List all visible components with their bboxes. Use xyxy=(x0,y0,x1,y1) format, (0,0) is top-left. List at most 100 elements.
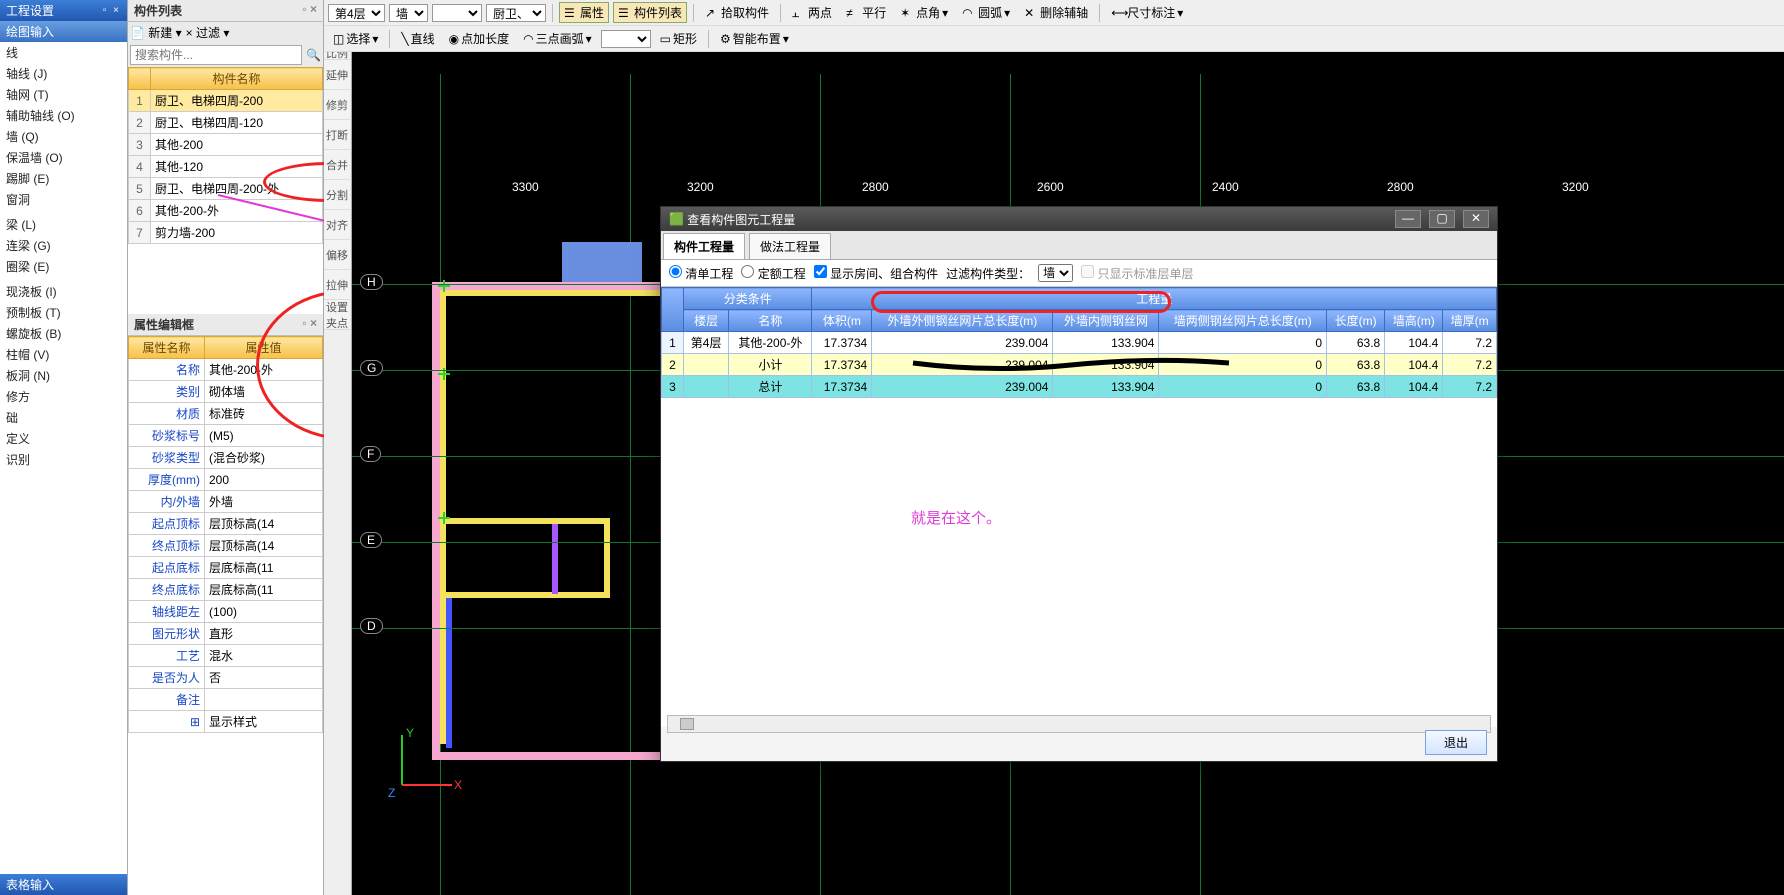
table-row[interactable]: 起点顶标层顶标高(14 xyxy=(129,513,323,535)
table-row[interactable]: 类别砌体墙 xyxy=(129,381,323,403)
tree-item[interactable]: 保温墙 (O) xyxy=(0,147,127,168)
radio-de[interactable]: 定额工程 xyxy=(741,265,805,282)
wall[interactable] xyxy=(440,518,610,524)
two-point-button[interactable]: ⫠两点 xyxy=(787,2,837,23)
exit-button[interactable]: 退出 xyxy=(1425,730,1487,755)
svg-text:Z: Z xyxy=(388,786,395,800)
delete-aux-button[interactable]: ✕删除辅轴 xyxy=(1019,2,1093,23)
tab-component-qty[interactable]: 构件工程量 xyxy=(663,233,745,259)
tree-item[interactable]: 板洞 (N) xyxy=(0,365,127,386)
component-select[interactable]: 厨卫、电 xyxy=(486,4,546,22)
check-room[interactable]: 显示房间、组合构件 xyxy=(814,265,938,282)
search-input[interactable] xyxy=(130,45,302,65)
select-button[interactable]: ◫ 选择 ▾ xyxy=(328,28,383,49)
vtool-button[interactable]: 对齐 xyxy=(324,210,350,240)
filter-button[interactable]: × 过滤 ▾ xyxy=(186,24,230,41)
table-row[interactable]: 3其他-200 xyxy=(129,134,323,156)
wall[interactable] xyxy=(562,242,642,282)
dialog-titlebar[interactable]: 🟩 查看构件图元工程量 — ▢ ✕ xyxy=(661,207,1497,231)
arc3-opt-select[interactable] xyxy=(601,30,651,48)
tree-item[interactable]: 轴网 (T) xyxy=(0,84,127,105)
table-row[interactable]: 是否为人否 xyxy=(129,667,323,689)
filter-select[interactable]: 墙 xyxy=(1038,264,1073,282)
table-row[interactable]: 名称其他-200-外 xyxy=(129,359,323,381)
table-row[interactable]: 终点底标层底标高(11 xyxy=(129,579,323,601)
line-button[interactable]: ╲ 直线 xyxy=(396,28,439,49)
tree-item[interactable]: 圈梁 (E) xyxy=(0,256,127,277)
dock-icon[interactable]: ▫ × xyxy=(103,5,121,16)
component-list-button[interactable]: ☰构件列表 xyxy=(613,2,687,23)
close-button[interactable]: ✕ xyxy=(1463,210,1489,228)
vtool-button[interactable]: 延伸 xyxy=(324,60,350,90)
horizontal-scrollbar[interactable] xyxy=(667,715,1491,733)
tree-item[interactable]: 柱帽 (V) xyxy=(0,344,127,365)
tree-item[interactable]: 墙 (Q) xyxy=(0,126,127,147)
wall[interactable] xyxy=(552,524,558,594)
floor-select[interactable]: 第4层 xyxy=(328,4,385,22)
category-select[interactable]: 墙 xyxy=(389,4,428,22)
tree-item[interactable]: 窗洞 xyxy=(0,189,127,210)
check-only-std[interactable]: 只显示标准层单层 xyxy=(1081,265,1193,282)
vtool-button[interactable]: 设置夹点 xyxy=(324,300,350,330)
property-button[interactable]: ☰属性 xyxy=(559,2,609,23)
tree-item[interactable]: 连梁 (G) xyxy=(0,235,127,256)
tree-item[interactable]: 修方 xyxy=(0,386,127,407)
maximize-button[interactable]: ▢ xyxy=(1429,210,1455,228)
table-row[interactable]: 终点顶标层顶标高(14 xyxy=(129,535,323,557)
table-row[interactable]: 备注 xyxy=(129,689,323,711)
table-row[interactable]: 砂浆类型(混合砂浆) xyxy=(129,447,323,469)
vtool-button[interactable]: 打断 xyxy=(324,120,350,150)
pick-component-button[interactable]: ↗拾取构件 xyxy=(700,2,774,23)
tree-item[interactable]: 踢脚 (E) xyxy=(0,168,127,189)
table-row[interactable]: 3总计17.3734239.004133.904063.8104.47.2 xyxy=(662,376,1497,398)
table-row[interactable]: 工艺混水 xyxy=(129,645,323,667)
minimize-button[interactable]: — xyxy=(1395,210,1421,228)
vtool-button[interactable]: 分割 xyxy=(324,180,350,210)
table-row[interactable]: 厚度(mm)200 xyxy=(129,469,323,491)
table-row[interactable]: 轴线距左(100) xyxy=(129,601,323,623)
tree-item[interactable]: 梁 (L) xyxy=(0,214,127,235)
tree-item[interactable]: 识别 xyxy=(0,449,127,470)
wall[interactable] xyxy=(440,592,610,598)
search-icon[interactable]: 🔍 xyxy=(306,48,321,62)
subcat-select[interactable] xyxy=(432,4,482,22)
table-input-label: 表格输入 xyxy=(6,876,54,893)
table-row[interactable]: 2厨卫、电梯四周-120 xyxy=(129,112,323,134)
vtool-button[interactable]: 偏移 xyxy=(324,240,350,270)
tree-item[interactable]: 础 xyxy=(0,407,127,428)
vtool-button[interactable]: 合并 xyxy=(324,150,350,180)
tab-method-qty[interactable]: 做法工程量 xyxy=(749,233,831,259)
axis-label: H xyxy=(360,274,383,290)
smart-layout-button[interactable]: ⚙ 智能布置 ▾ xyxy=(715,28,794,49)
extend-line-button[interactable]: ◉ 点加长度 xyxy=(444,28,515,49)
dimension-button[interactable]: ⟷尺寸标注 ▾ xyxy=(1106,2,1188,23)
dock-icon[interactable]: ▫ × xyxy=(302,2,317,19)
table-row[interactable]: 1厨卫、电梯四周-200 xyxy=(129,90,323,112)
wall[interactable] xyxy=(604,518,610,598)
rect-button[interactable]: ▭ 矩形 xyxy=(655,28,702,49)
tree-item[interactable]: 线 xyxy=(0,42,127,63)
table-input-title[interactable]: 表格输入 xyxy=(0,874,127,895)
tree-item[interactable]: 现浇板 (I) xyxy=(0,281,127,302)
table-row[interactable]: 材质标准砖 xyxy=(129,403,323,425)
vtool-button[interactable]: 修剪 xyxy=(324,90,350,120)
tree-item[interactable]: 螺旋板 (B) xyxy=(0,323,127,344)
new-button[interactable]: 📄 新建 ▾ xyxy=(130,24,182,41)
tree-item[interactable]: 预制板 (T) xyxy=(0,302,127,323)
tree-item[interactable]: 辅助轴线 (O) xyxy=(0,105,127,126)
table-row[interactable]: 内/外墙外墙 xyxy=(129,491,323,513)
table-row[interactable]: 图元形状直形 xyxy=(129,623,323,645)
table-row[interactable]: 砂浆标号(M5) xyxy=(129,425,323,447)
point-angle-button[interactable]: ✶点角 ▾ xyxy=(895,2,953,23)
parallel-button[interactable]: ≠平行 xyxy=(841,2,891,23)
tree-item[interactable]: 轴线 (J) xyxy=(0,63,127,84)
vtool-button[interactable]: 拉伸 xyxy=(324,270,350,300)
tree-item[interactable]: 定义 xyxy=(0,428,127,449)
show-style[interactable]: 显示样式 xyxy=(205,711,323,733)
arc3-button[interactable]: ◠ 三点画弧 ▾ xyxy=(518,28,597,49)
table-row[interactable]: 1第4层其他-200-外17.3734239.004133.904063.810… xyxy=(662,332,1497,354)
table-row[interactable]: 起点底标层底标高(11 xyxy=(129,557,323,579)
radio-list[interactable]: 清单工程 xyxy=(669,265,733,282)
table-row[interactable]: 4其他-120 xyxy=(129,156,323,178)
arc-button[interactable]: ◠圆弧 ▾ xyxy=(957,2,1015,23)
